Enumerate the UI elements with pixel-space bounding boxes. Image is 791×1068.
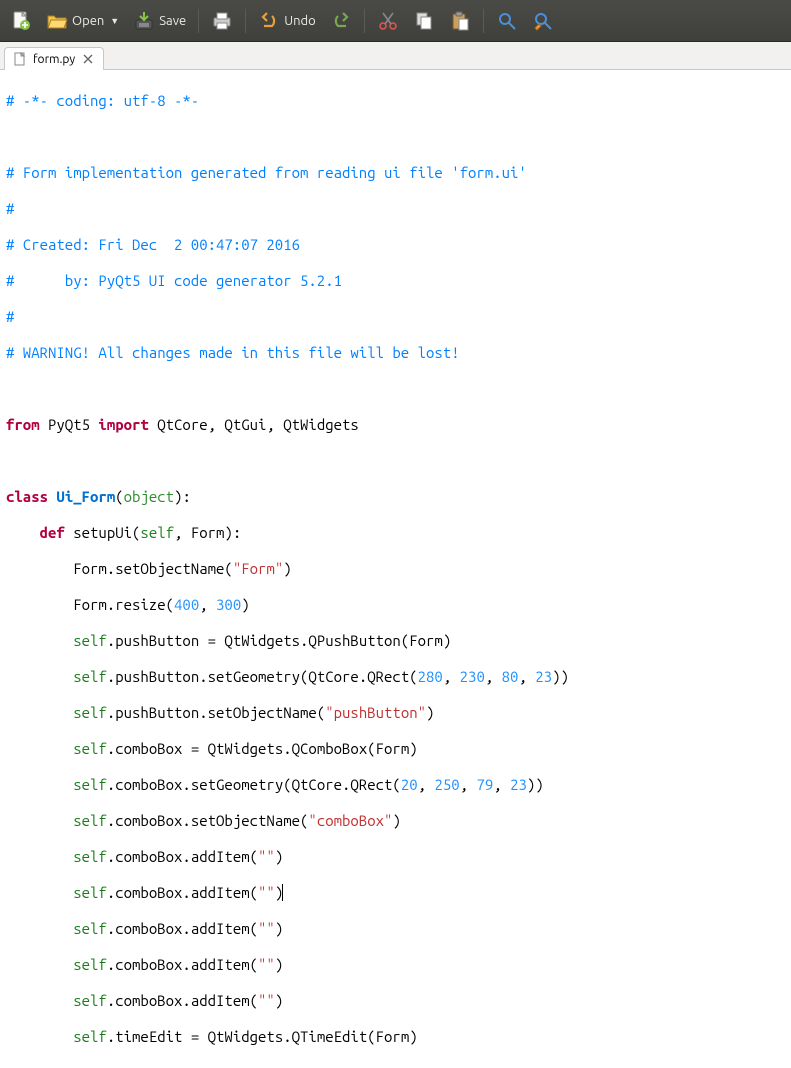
find-button[interactable] — [490, 6, 524, 36]
tab-filename: form.py — [33, 53, 75, 66]
undo-icon — [258, 10, 280, 32]
code-line: # Form implementation generated from rea… — [6, 164, 785, 182]
code-line: Form.resize(400, 300) — [6, 596, 785, 614]
copy-button[interactable] — [407, 6, 441, 36]
code-line: ​ — [6, 452, 785, 470]
save-icon — [133, 10, 155, 32]
print-button[interactable] — [205, 6, 239, 36]
undo-button[interactable]: Undo — [252, 6, 322, 36]
save-button[interactable]: Save — [127, 6, 192, 36]
code-line: # Created: Fri Dec 2 00:47:07 2016 — [6, 236, 785, 254]
save-label: Save — [159, 14, 186, 28]
tab-close-button[interactable] — [81, 52, 95, 66]
toolbar-separator — [198, 9, 199, 33]
new-file-icon — [10, 10, 32, 32]
code-line: # by: PyQt5 UI code generator 5.2.1 — [6, 272, 785, 290]
redo-button[interactable] — [324, 6, 358, 36]
find-replace-button[interactable] — [526, 6, 560, 36]
main-toolbar: Open ▼ Save Undo — [0, 0, 791, 42]
code-line: self.comboBox.addItem("") — [6, 992, 785, 1010]
paste-icon — [449, 10, 471, 32]
code-line: from PyQt5 import QtCore, QtGui, QtWidge… — [6, 416, 785, 434]
cut-button[interactable] — [371, 6, 405, 36]
toolbar-separator — [364, 9, 365, 33]
code-line: # -*- coding: utf-8 -*- — [6, 92, 785, 110]
code-line: # WARNING! All changes made in this file… — [6, 344, 785, 362]
code-line: self.pushButton = QtWidgets.QPushButton(… — [6, 632, 785, 650]
code-line: def setupUi(self, Form): — [6, 524, 785, 542]
search-icon — [496, 10, 518, 32]
open-folder-icon — [46, 10, 68, 32]
open-button[interactable]: Open ▼ — [40, 6, 125, 36]
code-line: self.timeEdit = QtWidgets.QTimeEdit(Form… — [6, 1028, 785, 1046]
code-line: ​ — [6, 128, 785, 146]
open-label: Open — [72, 14, 104, 28]
tab-bar: form.py — [0, 42, 791, 70]
code-line: self.pushButton.setGeometry(QtCore.QRect… — [6, 668, 785, 686]
redo-icon — [330, 10, 352, 32]
code-line: self.comboBox.addItem("") — [6, 848, 785, 866]
print-icon — [211, 10, 233, 32]
code-line: # — [6, 308, 785, 326]
code-line: class Ui_Form(object): — [6, 488, 785, 506]
code-line: self.pushButton.setObjectName("pushButto… — [6, 704, 785, 722]
copy-icon — [413, 10, 435, 32]
code-line: # — [6, 200, 785, 218]
code-line: self.comboBox.setGeometry(QtCore.QRect(2… — [6, 776, 785, 794]
open-dropdown-arrow-icon[interactable]: ▼ — [110, 16, 119, 26]
code-line: self.comboBox.addItem("") — [6, 884, 785, 902]
code-line: ​ — [6, 380, 785, 398]
tab-form-py[interactable]: form.py — [4, 47, 104, 70]
code-line: self.comboBox = QtWidgets.QComboBox(Form… — [6, 740, 785, 758]
code-line: Form.setObjectName("Form") — [6, 560, 785, 578]
find-replace-icon — [532, 10, 554, 32]
code-line: self.comboBox.addItem("") — [6, 956, 785, 974]
toolbar-separator — [245, 9, 246, 33]
code-editor[interactable]: # -*- coding: utf-8 -*- ​ # Form impleme… — [0, 70, 791, 1068]
cut-icon — [377, 10, 399, 32]
new-file-button[interactable] — [4, 6, 38, 36]
undo-label: Undo — [284, 14, 316, 28]
file-icon — [13, 52, 27, 66]
toolbar-separator — [483, 9, 484, 33]
code-line: self.comboBox.setObjectName("comboBox") — [6, 812, 785, 830]
paste-button[interactable] — [443, 6, 477, 36]
code-line: self.comboBox.addItem("") — [6, 920, 785, 938]
